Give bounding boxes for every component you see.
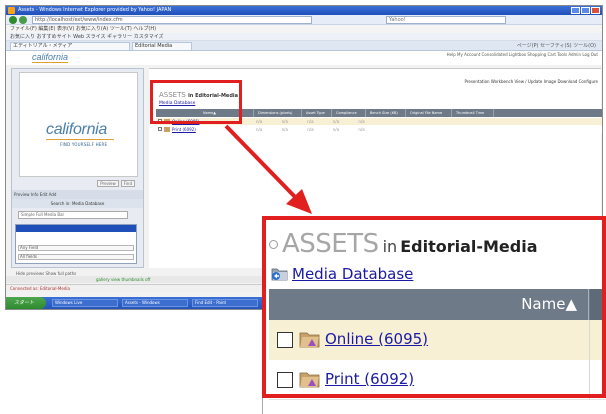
row-checkbox[interactable] [277, 372, 293, 388]
tab-bar: エディトリアル・メディア Editorial Media ページ(P) セーフテ… [6, 41, 602, 51]
folder-icon [299, 372, 320, 388]
window-controls [571, 7, 600, 14]
app-header: california Help My Account Consolidated … [6, 51, 602, 65]
favorites-bar[interactable]: お気に入り おすすめサイト Web スライス ギャラリー カスタマイズ [6, 33, 602, 41]
column-divider [589, 320, 590, 360]
back-icon[interactable] [9, 16, 17, 24]
title-bullet-icon [269, 240, 278, 249]
media-database-link[interactable]: Media Database [292, 265, 413, 283]
preview-buttons: Preview Find [95, 180, 135, 187]
window-title: Assets - Windows Internet Explorer provi… [18, 7, 172, 13]
top-nav[interactable]: Help My Account Consolidated Lightbox Sh… [447, 52, 598, 57]
ie-icon [8, 7, 15, 14]
field-list[interactable]: Any Field All fields [15, 224, 137, 264]
tab-2[interactable]: Editorial Media [132, 42, 192, 51]
maximize-button[interactable] [581, 7, 590, 14]
small-row-link[interactable]: Print (6092) [172, 126, 196, 133]
minimize-button[interactable] [571, 7, 580, 14]
folder-icon [299, 332, 320, 348]
list-header [16, 225, 136, 232]
small-col[interactable]: Dimensions (pixels) [256, 109, 302, 117]
preview-button[interactable]: Preview [97, 180, 119, 187]
browser-tools[interactable]: ページ(P) セーフティ(S) ツール(O) [517, 42, 596, 50]
logo-underline [46, 139, 114, 140]
left-panel: california FIND YOURSELF HERE Preview Fin… [11, 68, 144, 268]
forward-icon[interactable] [19, 16, 27, 24]
select-column-header [269, 289, 281, 320]
address-bar: http://localhost/ext/www/index.cfm Yahoo… [6, 15, 602, 25]
close-button[interactable] [591, 7, 600, 14]
table-row: Print (6092) [269, 360, 606, 400]
small-table-row: Print (6092) n/a n/a n/a n/a n/a [156, 126, 602, 133]
search-scope-field[interactable]: Simple Full Media Bar [18, 211, 128, 219]
table-header: Name▲ [269, 289, 606, 320]
folder-link-online[interactable]: Online (6095) [325, 330, 428, 348]
highlight-box [150, 80, 242, 124]
assets-label: ASSETS [282, 229, 379, 259]
california-logo: california [46, 121, 108, 138]
table-row: Online (6095) [269, 320, 606, 360]
tab-1[interactable]: エディトリアル・メディア [10, 42, 130, 51]
small-col[interactable]: Compliance [334, 109, 366, 117]
row-checkbox[interactable] [277, 332, 293, 348]
folder-up-icon[interactable] [271, 266, 289, 282]
search-field[interactable]: Yahoo! [386, 16, 506, 24]
small-col[interactable]: Thumbnail Time [454, 109, 494, 117]
logo-tagline: FIND YOURSELF HERE [60, 142, 108, 147]
start-button[interactable]: スタート [6, 297, 46, 309]
folder-link-print[interactable]: Print (6092) [325, 370, 414, 388]
find-button[interactable]: Find [120, 180, 135, 187]
small-col[interactable]: Asset Type [304, 109, 332, 117]
small-col[interactable]: Bench Size (KB) [368, 109, 406, 117]
name-column-header[interactable]: Name▲ [281, 289, 589, 320]
search-heading: Search in: Media Database [12, 199, 143, 208]
header-logo: california [32, 52, 69, 63]
small-row-values: n/a n/a n/a n/a n/a [256, 127, 365, 132]
list-item[interactable]: All fields [18, 254, 134, 260]
list-item[interactable]: Any Field [18, 245, 134, 251]
column-divider [589, 360, 590, 400]
url-field[interactable]: http://localhost/ext/www/index.cfm [32, 16, 312, 24]
in-label: in [382, 237, 398, 256]
small-folder-icon [164, 127, 170, 132]
zoom-callout: ASSETS in Editorial-Media Media Database N… [262, 218, 606, 414]
taskbar-item[interactable]: Windows Live [52, 299, 118, 307]
menu-bar[interactable]: ファイル(F) 編集(E) 表示(V) お気に入り(A) ツール(T) ヘルプ(… [6, 25, 602, 33]
asset-set-name: Editorial-Media [400, 237, 538, 256]
assets-title: ASSETS in Editorial-Media [269, 229, 538, 259]
left-toolbar[interactable]: Preview Info Edit Add [12, 190, 143, 199]
small-col[interactable]: Original File Name [408, 109, 452, 117]
next-column-header[interactable] [590, 289, 606, 320]
preview-box: california FIND YOURSELF HERE [19, 72, 138, 177]
taskbar-item[interactable]: Assets - Windows [122, 299, 188, 307]
window-titlebar: Assets - Windows Internet Explorer provi… [6, 6, 602, 15]
small-checkbox[interactable] [158, 127, 162, 131]
small-row-values: n/a n/a n/a n/a n/a [256, 119, 365, 124]
taskbar-item[interactable]: Find Edit - Paint [192, 299, 258, 307]
